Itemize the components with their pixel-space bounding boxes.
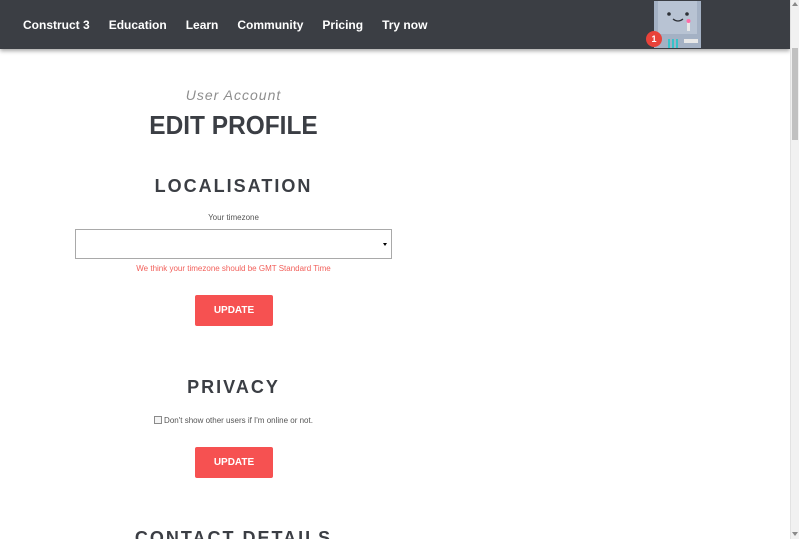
nav-item-try-now[interactable]: Try now <box>382 18 427 32</box>
update-localisation-button[interactable]: UPDATE <box>195 295 273 326</box>
page-title: EDIT PROFILE <box>149 110 318 140</box>
hide-online-status-label[interactable]: Don't show other users if I'm online or … <box>164 416 313 425</box>
localisation-heading: LOCALISATION <box>154 176 313 196</box>
page: Construct 3 Education Learn Community Pr… <box>0 0 799 539</box>
scrollbar-thumb[interactable] <box>792 48 798 140</box>
nav-item-community[interactable]: Community <box>237 18 303 32</box>
page-scrollbar[interactable] <box>790 0 799 539</box>
nav-item-construct-3[interactable]: Construct 3 <box>23 18 90 32</box>
top-navbar: Construct 3 Education Learn Community Pr… <box>0 0 790 49</box>
notification-badge[interactable]: 1 <box>646 31 662 47</box>
timezone-hint: We think your timezone should be GMT Sta… <box>136 264 331 273</box>
nav-item-learn[interactable]: Learn <box>186 18 219 32</box>
timezone-select[interactable] <box>75 229 392 259</box>
dropdown-arrow-icon <box>383 243 387 246</box>
scroll-down-arrow-icon[interactable] <box>792 532 798 536</box>
nav-item-pricing[interactable]: Pricing <box>322 18 363 32</box>
privacy-heading: PRIVACY <box>187 377 280 397</box>
contact-details-heading: CONTACT DETAILS <box>134 528 333 539</box>
scroll-up-arrow-icon[interactable] <box>792 2 798 6</box>
timezone-label: Your timezone <box>208 213 259 222</box>
nav-links: Construct 3 Education Learn Community Pr… <box>23 0 446 49</box>
hide-online-status-checkbox[interactable] <box>154 416 163 424</box>
privacy-option: Don't show other users if I'm online or … <box>75 416 392 425</box>
update-privacy-button[interactable]: UPDATE <box>195 447 273 478</box>
nav-item-education[interactable]: Education <box>109 18 167 32</box>
page-subtitle: User Account <box>185 87 282 103</box>
